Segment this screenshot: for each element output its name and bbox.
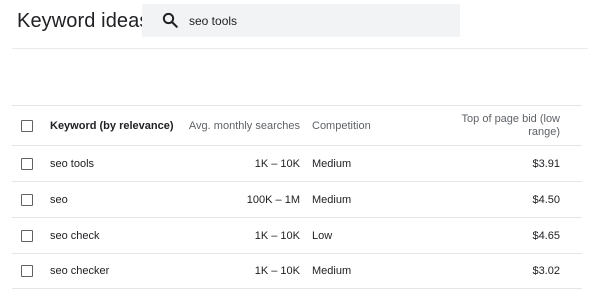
- row-checkbox[interactable]: [21, 265, 33, 277]
- table-header-row: Keyword (by relevance) Avg. monthly sear…: [12, 105, 582, 145]
- competition-cell: Medium: [312, 157, 352, 170]
- keyword-cell: seo tools: [50, 157, 95, 170]
- keyword-cell: seo check: [50, 229, 100, 242]
- table-row: seo 100K – 1M Medium $4.50: [12, 181, 582, 217]
- competition-cell: Low: [312, 229, 333, 242]
- page-header: Keyword ideas: [0, 0, 600, 48]
- keyword-planner: Keyword ideas Keyword (by relevance) Avg…: [0, 0, 600, 292]
- table-row: seo checker 1K – 10K Medium $3.02: [12, 253, 582, 289]
- search-input[interactable]: [189, 4, 449, 37]
- search-box[interactable]: [142, 4, 460, 37]
- row-checkbox[interactable]: [21, 193, 33, 206]
- select-all-checkbox[interactable]: [21, 119, 33, 132]
- row-checkbox[interactable]: [21, 157, 33, 170]
- table-row: seo tools 1K – 10K Medium $3.91: [12, 145, 582, 181]
- keyword-cell: seo checker: [50, 265, 110, 277]
- searches-cell: 1K – 10K: [254, 265, 300, 277]
- searches-cell: 1K – 10K: [254, 229, 300, 242]
- competition-cell: Medium: [312, 265, 352, 277]
- column-header-searches[interactable]: Avg. monthly searches: [162, 106, 300, 145]
- page-title: Keyword ideas: [17, 10, 150, 32]
- competition-cell: Medium: [312, 193, 352, 206]
- bid-cell: $3.91: [532, 157, 560, 170]
- bid-cell: $4.65: [532, 229, 560, 242]
- keyword-cell: seo: [50, 193, 68, 206]
- row-checkbox[interactable]: [21, 229, 33, 242]
- searches-cell: 100K – 1M: [246, 193, 300, 206]
- keyword-table: Keyword (by relevance) Avg. monthly sear…: [12, 105, 582, 289]
- column-header-bid[interactable]: Top of page bid (low range): [432, 106, 560, 145]
- searches-cell: 1K – 10K: [254, 157, 300, 170]
- bid-cell: $3.02: [532, 265, 560, 277]
- column-header-competition[interactable]: Competition: [312, 106, 371, 145]
- header-divider: [12, 48, 588, 49]
- column-header-keyword[interactable]: Keyword (by relevance): [50, 106, 174, 145]
- table-row: seo check 1K – 10K Low $4.65: [12, 217, 582, 253]
- bid-cell: $4.50: [532, 193, 560, 206]
- search-icon[interactable]: [161, 11, 179, 29]
